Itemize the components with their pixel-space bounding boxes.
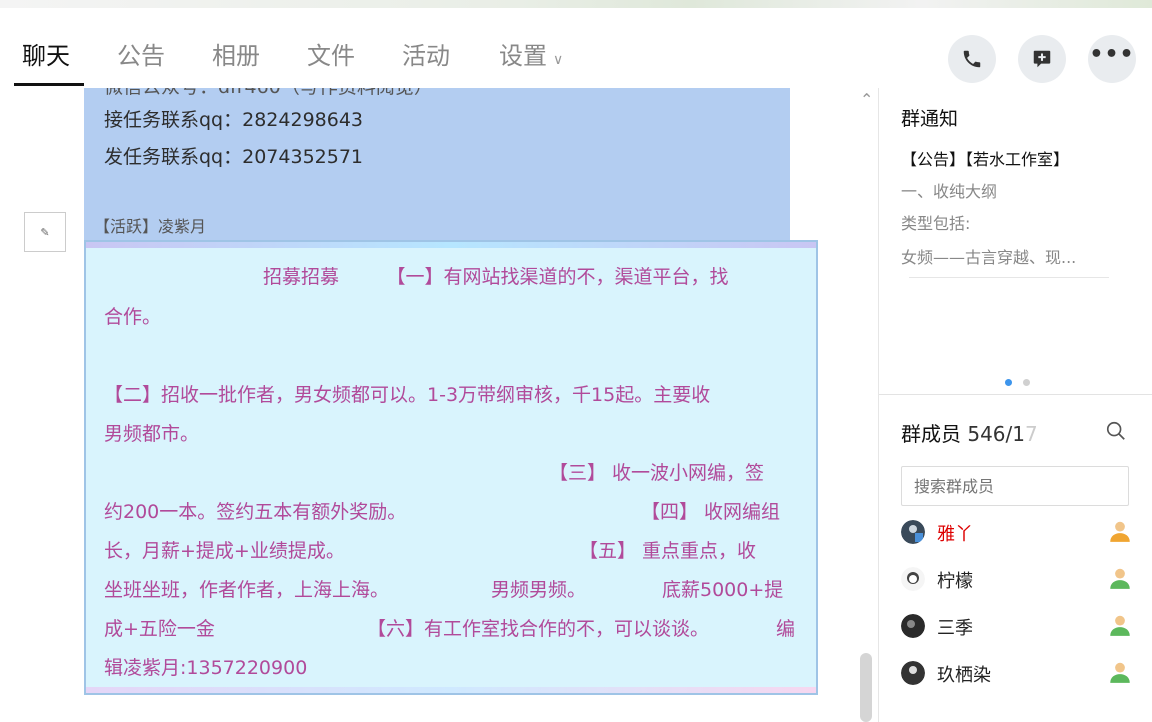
- admin-badge-icon: [1110, 568, 1130, 589]
- chat-area[interactable]: 微信公众号：dfr460（写作资料阅览） 接任务联系qq：2824298643 …: [0, 88, 878, 722]
- sender-name[interactable]: 【活跃】凌紫月: [94, 213, 206, 237]
- phone-icon: [963, 50, 981, 68]
- message-line: 【三】 收一波小网编，签: [549, 462, 765, 484]
- message-line: 男频都市。: [104, 423, 200, 445]
- notice-text[interactable]: 【公告】【若水工作室】: [901, 146, 1069, 170]
- message-line: 微信公众号：dfr460（写作资料阅览）: [104, 88, 433, 99]
- notice-text[interactable]: 类型包括:: [901, 210, 970, 234]
- member-row[interactable]: 雅丫: [901, 516, 1141, 550]
- avatar[interactable]: ✎: [24, 212, 66, 252]
- member-name: 雅丫: [937, 524, 973, 545]
- member-search-box[interactable]: [901, 466, 1129, 506]
- tab-files[interactable]: 文件: [307, 36, 355, 71]
- notice-page-dot-active[interactable]: [1005, 379, 1012, 386]
- message-line: 男频男频。: [491, 579, 587, 601]
- active-tab-indicator: [14, 83, 84, 86]
- tab-activities[interactable]: 活动: [402, 36, 450, 71]
- chat-scrollbar[interactable]: [860, 653, 872, 722]
- chevron-down-icon: ∨: [553, 52, 564, 68]
- message-line: 底薪5000+提: [662, 579, 784, 601]
- member-count: 546/1: [967, 422, 1025, 446]
- message-line: 招募招募 【一】有网站找渠道的不，渠道平台，找: [263, 266, 729, 288]
- avatar: [901, 661, 925, 685]
- message-line: 发任务联系qq：2074352571: [104, 146, 364, 168]
- add-app-button[interactable]: [1018, 35, 1066, 83]
- call-button[interactable]: [948, 35, 996, 83]
- plus-square-icon: [1033, 50, 1051, 68]
- owner-badge-icon: [1110, 521, 1130, 542]
- member-row[interactable]: 玖栖染: [901, 657, 1141, 691]
- notice-text[interactable]: 女频——古言穿越、现...: [901, 244, 1076, 268]
- message-line: 约200一本。签约五本有额外奖励。: [104, 501, 407, 523]
- member-count-fade: 7: [1025, 422, 1038, 446]
- member-name: 柠檬: [937, 571, 973, 592]
- more-button[interactable]: •••: [1088, 35, 1136, 83]
- message-bubble[interactable]: 招募招募 【一】有网站找渠道的不，渠道平台，找 合作。 【二】招收一批作者，男女…: [84, 240, 818, 695]
- window-decoration-strip: [0, 0, 1152, 8]
- member-row[interactable]: 三季: [901, 610, 1141, 644]
- message-line: 【五】 重点重点，收: [579, 540, 757, 562]
- avatar: [901, 520, 925, 544]
- message-line: 编: [776, 618, 796, 640]
- avatar: [901, 614, 925, 638]
- notice-page-dot[interactable]: [1023, 379, 1030, 386]
- message-line: 【四】 收网编组: [641, 501, 781, 523]
- message-line: 接任务联系qq：2824298643: [104, 109, 364, 131]
- admin-badge-icon: [1110, 662, 1130, 683]
- message-line: 长，月薪+提成+业绩提成。: [104, 540, 345, 562]
- notice-divider: [909, 277, 1109, 278]
- member-name: 玖栖染: [937, 665, 991, 686]
- group-side-panel: 群通知 【公告】【若水工作室】 一、收纯大纲 类型包括: 女频——古言穿越、现.…: [878, 88, 1152, 722]
- notice-title: 群通知: [901, 108, 959, 130]
- members-title: 群成员 546/17: [901, 418, 1038, 447]
- panel-divider: [879, 394, 1152, 395]
- collapse-icon[interactable]: ⌃: [860, 90, 873, 109]
- message-line: 【二】招收一批作者，男女频都可以。1-3万带纲审核，千15起。主要收: [104, 384, 711, 406]
- message-line: 合作。: [104, 306, 162, 328]
- admin-badge-icon: [1110, 615, 1130, 636]
- message-line: 成+五险一金: [104, 618, 215, 640]
- member-row[interactable]: 柠檬: [901, 563, 1141, 597]
- tab-album[interactable]: 相册: [212, 36, 260, 71]
- message-line: 【六】有工作室找合作的不，可以谈谈。: [367, 618, 710, 640]
- message-line: 辑凌紫月:1357220900: [104, 657, 308, 679]
- tab-chat[interactable]: 聊天: [22, 36, 70, 71]
- member-name: 三季: [937, 618, 973, 639]
- tab-announcements[interactable]: 公告: [117, 36, 165, 71]
- tab-settings-label: 设置: [499, 42, 547, 70]
- tab-settings[interactable]: 设置 ∨: [499, 36, 563, 71]
- more-icon: •••: [1089, 42, 1135, 67]
- member-search-input[interactable]: [912, 467, 1116, 505]
- members-label: 群成员: [901, 422, 961, 446]
- message-line: 坐班坐班，作者作者，上海上海。: [104, 579, 390, 601]
- avatar: [901, 567, 925, 591]
- notice-text[interactable]: 一、收纯大纲: [901, 178, 997, 202]
- group-header: 聊天 公告 相册 文件 活动 设置 ∨ •••: [0, 8, 1152, 88]
- search-icon[interactable]: [1105, 420, 1127, 442]
